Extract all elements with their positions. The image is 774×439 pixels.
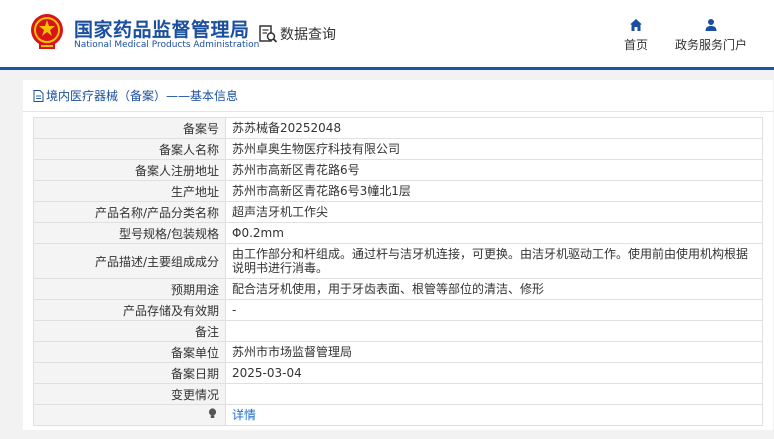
row-value: 苏州市市场监督管理局	[225, 341, 763, 363]
row-value: -	[225, 299, 763, 321]
detail-link[interactable]: 详情	[232, 408, 256, 422]
table-row: 备案日期 2025-03-04	[33, 362, 763, 384]
table-row: 备案号 苏苏械备20252048	[33, 117, 763, 139]
nav-home-label: 首页	[623, 38, 648, 52]
detail-row-label	[33, 404, 226, 426]
row-value	[225, 320, 763, 342]
row-value: 超声洁牙机工作尖	[225, 201, 763, 223]
table-row: 产品描述/主要组成成分 由工作部分和杆组成。通过杆与洁牙机连接，可更换。由洁牙机…	[33, 243, 763, 279]
row-label: 生产地址	[33, 180, 226, 202]
row-value: 2025-03-04	[225, 362, 763, 384]
row-label: 备注	[33, 320, 226, 342]
panel-divider	[23, 111, 773, 112]
row-label: 备案单位	[33, 341, 226, 363]
site-header: 国家药品监督管理局 National Medical Products Admi…	[0, 0, 774, 67]
nav-gov-label: 政务服务门户	[674, 38, 747, 52]
row-label: 预期用途	[33, 278, 226, 300]
row-label: 产品名称/产品分类名称	[33, 201, 226, 223]
table-row: 产品存储及有效期 -	[33, 299, 763, 321]
row-label: 变更情况	[33, 383, 226, 405]
detail-panel: 境内医疗器械（备案）——基本信息 备案号 苏苏械备20252048 备案人名称 …	[23, 80, 773, 430]
row-value: 苏州市高新区青花路6号	[225, 159, 763, 181]
row-label: 产品描述/主要组成成分	[33, 243, 226, 279]
org-name-en: National Medical Products Administration	[74, 40, 260, 50]
table-row: 预期用途 配合洁牙机使用，用于牙齿表面、根管等部位的清洁、修形	[33, 278, 763, 300]
table-row: 变更情况	[33, 383, 763, 405]
table-row: 备案人名称 苏州卓奥生物医疗科技有限公司	[33, 138, 763, 160]
home-icon	[630, 19, 642, 31]
record-info-table: 备案号 苏苏械备20252048 备案人名称 苏州卓奥生物医疗科技有限公司 备案…	[33, 117, 763, 426]
row-value: 苏州卓奥生物医疗科技有限公司	[225, 138, 763, 160]
org-name-cn: 国家药品监督管理局	[74, 19, 250, 41]
nav-gov-service-portal[interactable]: 政务服务门户	[672, 18, 750, 53]
row-label: 备案人注册地址	[33, 159, 226, 181]
detail-row-value: 详情	[225, 404, 763, 426]
nav-home[interactable]: 首页	[620, 18, 652, 53]
table-row: 生产地址 苏州市高新区青花路6号3幢北1层	[33, 180, 763, 202]
row-value: 由工作部分和杆组成。通过杆与洁牙机连接，可更换。由洁牙机驱动工作。使用前由使用机…	[225, 243, 763, 279]
data-query-label: 数据查询	[280, 27, 336, 43]
table-row: 型号规格/包装规格 Φ0.2mm	[33, 222, 763, 244]
document-icon	[33, 89, 44, 102]
row-label: 备案日期	[33, 362, 226, 384]
row-value: Φ0.2mm	[225, 222, 763, 244]
table-row: 详情	[33, 404, 763, 426]
row-value	[225, 383, 763, 405]
row-label: 备案号	[33, 117, 226, 139]
row-label: 备案人名称	[33, 138, 226, 160]
row-label: 型号规格/包装规格	[33, 222, 226, 244]
row-value: 苏州市高新区青花路6号3幢北1层	[225, 180, 763, 202]
lightbulb-icon	[208, 408, 217, 418]
panel-title: 境内医疗器械（备案）——基本信息	[33, 87, 238, 104]
search-document-icon	[259, 25, 278, 43]
row-label: 产品存储及有效期	[33, 299, 226, 321]
table-row: 备案人注册地址 苏州市高新区青花路6号	[33, 159, 763, 181]
row-value: 苏苏械备20252048	[225, 117, 763, 139]
table-row: 产品名称/产品分类名称 超声洁牙机工作尖	[33, 201, 763, 223]
data-query-link[interactable]: 数据查询	[258, 22, 336, 46]
national-emblem-icon	[31, 14, 63, 49]
table-row: 备案单位 苏州市市场监督管理局	[33, 341, 763, 363]
user-icon	[705, 19, 717, 31]
row-value: 配合洁牙机使用，用于牙齿表面、根管等部位的清洁、修形	[225, 278, 763, 300]
table-row: 备注	[33, 320, 763, 342]
panel-title-text: 境内医疗器械（备案）——基本信息	[46, 89, 239, 103]
